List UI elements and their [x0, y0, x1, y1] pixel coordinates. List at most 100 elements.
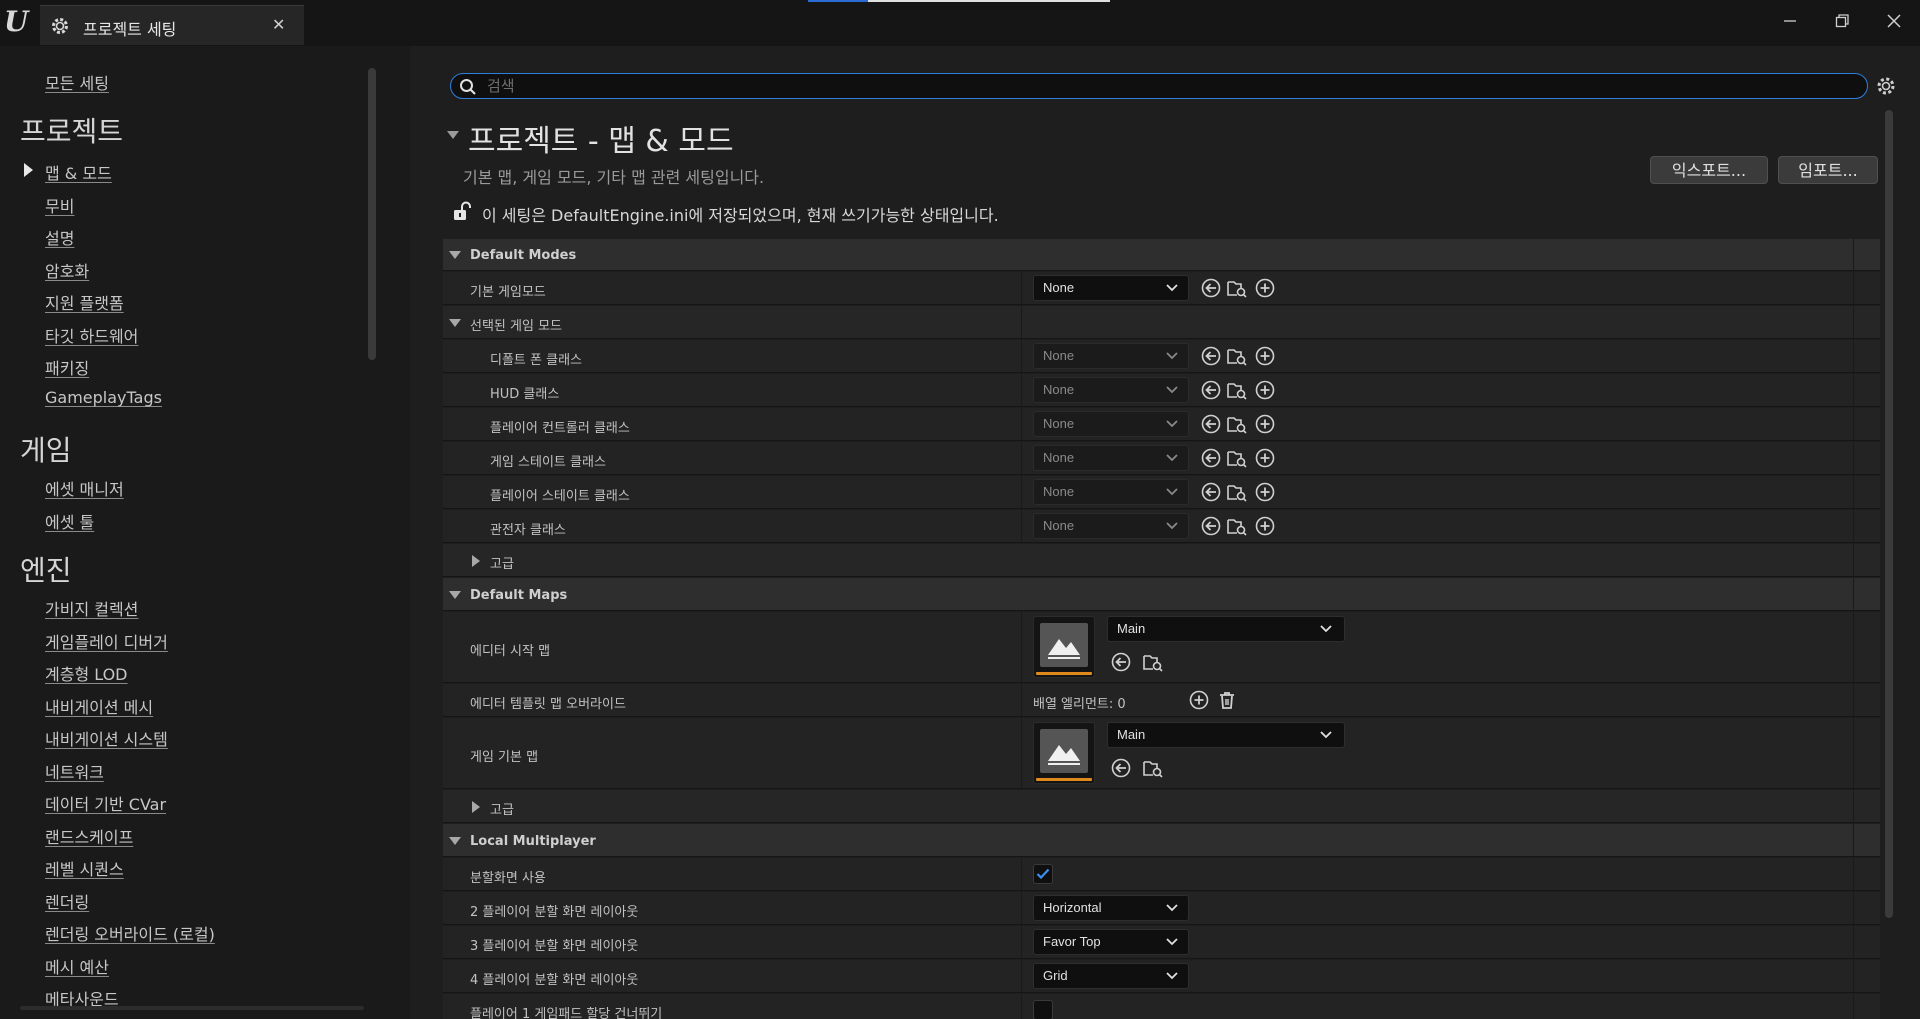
- reset-arrow-left-circle-icon[interactable]: [1111, 652, 1131, 672]
- group-selected-gamemode[interactable]: 선택된 게임 모드: [443, 306, 1880, 339]
- browse-folder-search-icon[interactable]: [1227, 346, 1247, 366]
- tab-close-button[interactable]: ✕: [272, 15, 285, 34]
- category-default-maps[interactable]: Default Maps: [443, 578, 1880, 611]
- add-plus-circle-icon[interactable]: [1255, 482, 1275, 502]
- chevron-down-icon: [1166, 522, 1178, 530]
- hud-class-dropdown[interactable]: None: [1033, 377, 1189, 403]
- reset-arrow-left-circle-icon[interactable]: [1201, 414, 1221, 434]
- restore-window-button[interactable]: [1822, 8, 1862, 34]
- reset-arrow-left-circle-icon[interactable]: [1201, 346, 1221, 366]
- reset-arrow-left-circle-icon[interactable]: [1111, 758, 1131, 778]
- sidebar-item-data-driven-cvar[interactable]: 데이터 기반 CVar: [45, 791, 166, 815]
- sidebar-item-description[interactable]: 설명: [45, 225, 74, 249]
- reset-arrow-left-circle-icon[interactable]: [1201, 516, 1221, 536]
- sidebar-item-rendering[interactable]: 렌더링: [45, 889, 89, 913]
- sidebar-item-encryption[interactable]: 암호화: [45, 258, 89, 282]
- property-row-player-state-class: 플레이어 스테이트 클래스 None: [443, 476, 1880, 509]
- player-controller-class-dropdown[interactable]: None: [1033, 411, 1189, 437]
- sidebar-item-asset-manager[interactable]: 에셋 매니저: [45, 476, 124, 500]
- sidebar-item-network[interactable]: 네트워크: [45, 759, 104, 783]
- sidebar-item-mesh-budget[interactable]: 메시 예산: [45, 954, 109, 978]
- property-row-spectator-class: 관전자 클래스 None: [443, 510, 1880, 543]
- expand-caret-icon: [449, 319, 461, 327]
- sidebar-item-asset-tools[interactable]: 에셋 툴: [45, 509, 94, 533]
- delete-trash-icon[interactable]: [1217, 690, 1237, 710]
- group-advanced-maps[interactable]: 고급: [443, 790, 1880, 823]
- game-default-map-dropdown[interactable]: Main: [1107, 722, 1345, 748]
- map-thumbnail[interactable]: [1033, 722, 1095, 784]
- add-plus-circle-icon[interactable]: [1255, 448, 1275, 468]
- minimize-window-button[interactable]: [1770, 8, 1810, 34]
- browse-folder-search-icon[interactable]: [1227, 482, 1247, 502]
- export-button[interactable]: 익스포트...: [1650, 156, 1768, 184]
- browse-folder-search-icon[interactable]: [1227, 278, 1247, 298]
- sidebar-item-navigation-mesh[interactable]: 내비게이션 메시: [45, 694, 153, 718]
- search-input[interactable]: [485, 76, 1855, 96]
- sidebar-item-garbage-collection[interactable]: 가비지 컬렉션: [45, 596, 138, 620]
- property-label: 기본 게임모드: [470, 285, 546, 300]
- reset-arrow-left-circle-icon[interactable]: [1201, 380, 1221, 400]
- sidebar-item-target-hardware[interactable]: 타깃 하드웨어: [45, 323, 138, 347]
- sidebar-item-hierarchical-lod[interactable]: 계층형 LOD: [45, 661, 128, 685]
- browse-folder-search-icon[interactable]: [1143, 652, 1163, 672]
- top-progress-indicator: [808, 0, 868, 2]
- view-options-gear-icon[interactable]: [1875, 75, 1897, 97]
- sidebar-item-rendering-override[interactable]: 렌더링 오버라이드 (로컬): [45, 921, 215, 945]
- details-scrollbar[interactable]: [1885, 110, 1893, 918]
- two-player-layout-dropdown[interactable]: Horizontal: [1033, 895, 1189, 921]
- add-element-plus-circle-icon[interactable]: [1189, 690, 1209, 710]
- reset-arrow-left-circle-icon[interactable]: [1201, 448, 1221, 468]
- game-state-class-dropdown[interactable]: None: [1033, 445, 1189, 471]
- reset-arrow-left-circle-icon[interactable]: [1201, 482, 1221, 502]
- chevron-down-icon: [1166, 420, 1178, 428]
- editor-startup-map-dropdown[interactable]: Main: [1107, 616, 1345, 642]
- chevron-down-icon: [1166, 488, 1178, 496]
- browse-folder-search-icon[interactable]: [1143, 758, 1163, 778]
- browse-folder-search-icon[interactable]: [1227, 380, 1247, 400]
- tab-project-settings[interactable]: 프로젝트 세팅 ✕: [40, 5, 304, 45]
- sidebar-item-gameplaytags[interactable]: GameplayTags: [45, 388, 162, 407]
- browse-folder-search-icon[interactable]: [1227, 516, 1247, 536]
- sidebar-horizontal-scrollbar[interactable]: [20, 1006, 364, 1010]
- reset-arrow-left-circle-icon[interactable]: [1201, 278, 1221, 298]
- use-splitscreen-checkbox[interactable]: [1033, 864, 1053, 884]
- skip-gamepad-checkbox[interactable]: [1033, 1000, 1053, 1019]
- sidebar-item-landscape[interactable]: 랜드스케이프: [45, 824, 133, 848]
- close-window-button[interactable]: [1874, 8, 1914, 34]
- spectator-class-dropdown[interactable]: None: [1033, 513, 1189, 539]
- add-plus-circle-icon[interactable]: [1255, 278, 1275, 298]
- add-plus-circle-icon[interactable]: [1255, 380, 1275, 400]
- category-default-modes[interactable]: Default Modes: [443, 239, 1880, 271]
- search-box[interactable]: [450, 73, 1868, 99]
- sidebar-item-supported-platforms[interactable]: 지원 플랫폼: [45, 290, 124, 314]
- add-plus-circle-icon[interactable]: [1255, 516, 1275, 536]
- default-gamemode-dropdown[interactable]: None: [1033, 275, 1189, 301]
- add-plus-circle-icon[interactable]: [1255, 414, 1275, 434]
- property-label: 플레이어 스테이트 클래스: [490, 489, 630, 504]
- sidebar-item-maps-modes[interactable]: 맵 & 모드: [45, 160, 112, 184]
- player-state-class-dropdown[interactable]: None: [1033, 479, 1189, 505]
- import-button[interactable]: 임포트...: [1778, 156, 1878, 184]
- browse-folder-search-icon[interactable]: [1227, 448, 1247, 468]
- sidebar-item-gameplay-debugger[interactable]: 게임플레이 디버거: [45, 629, 168, 653]
- browse-folder-search-icon[interactable]: [1227, 414, 1247, 434]
- sidebar-item-level-sequence[interactable]: 레벨 시퀀스: [45, 856, 124, 880]
- sidebar-item-packaging[interactable]: 패키징: [45, 355, 89, 379]
- group-advanced-modes[interactable]: 고급: [443, 544, 1880, 577]
- default-pawn-class-dropdown[interactable]: None: [1033, 343, 1189, 369]
- sidebar-item-movies[interactable]: 무비: [45, 193, 74, 217]
- category-local-multiplayer[interactable]: Local Multiplayer: [443, 824, 1880, 857]
- chevron-down-icon: [1166, 972, 1178, 980]
- property-row-skip-gamepad-assignment: 플레이어 1 게임패드 할당 건너뛰기: [443, 994, 1880, 1019]
- three-player-layout-dropdown[interactable]: Favor Top: [1033, 929, 1189, 955]
- sidebar-item-all-settings[interactable]: 모든 세팅: [45, 70, 109, 94]
- four-player-layout-dropdown[interactable]: Grid: [1033, 963, 1189, 989]
- expand-caret-icon: [472, 801, 480, 813]
- collapse-section-caret-icon[interactable]: [447, 131, 459, 139]
- expand-caret-icon: [449, 591, 461, 599]
- sidebar-item-navigation-system[interactable]: 내비게이션 시스템: [45, 726, 168, 750]
- add-plus-circle-icon[interactable]: [1255, 346, 1275, 366]
- map-thumbnail[interactable]: [1033, 616, 1095, 678]
- sidebar-scrollbar[interactable]: [368, 68, 376, 360]
- chevron-down-icon: [1166, 938, 1178, 946]
